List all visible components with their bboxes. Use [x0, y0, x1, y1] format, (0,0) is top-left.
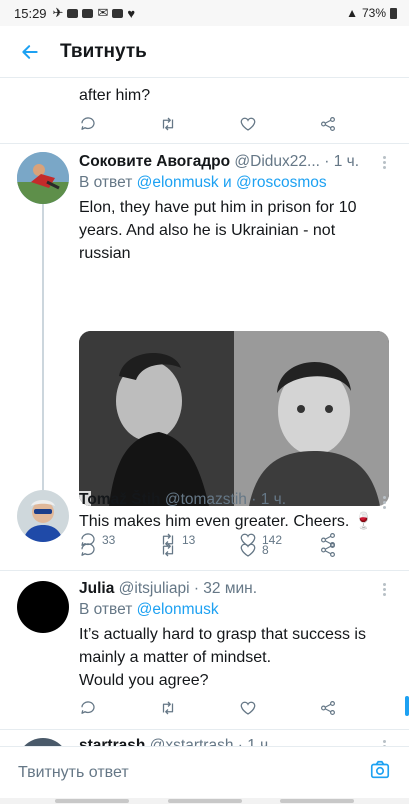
- heart-icon: [240, 543, 256, 557]
- tweet-actions: [79, 698, 379, 718]
- avatar[interactable]: [17, 581, 69, 633]
- user-handle[interactable]: @Didux22...: [234, 153, 320, 170]
- like-button[interactable]: [239, 114, 257, 134]
- tweet-text: It’s actually hard to grasp that success…: [79, 623, 393, 692]
- heart-icon: [240, 117, 256, 131]
- youtube-icon: [82, 8, 94, 18]
- tweet-text-line: Would you agree?: [79, 672, 209, 689]
- notification-icons: ✈ ✉ ♥: [53, 5, 136, 21]
- tweet-tomaz[interactable]: Tomaž Štih @tomazstih · 1 ч. This makes …: [0, 488, 409, 570]
- tweet-startrash[interactable]: startrash @xstartrash · 1 ч.: [0, 730, 409, 746]
- display-name[interactable]: Julia: [79, 580, 114, 597]
- avatar[interactable]: [17, 490, 69, 542]
- image-icon: [112, 8, 124, 18]
- mention-link[interactable]: @roscosmos: [236, 174, 327, 191]
- signal-icon: ▲: [346, 6, 358, 20]
- share-button[interactable]: [319, 698, 337, 718]
- avatar[interactable]: [17, 738, 69, 746]
- retweet-button[interactable]: [159, 698, 177, 718]
- conversation-feed[interactable]: after him? Соковите Авогадро @Didux22...…: [0, 78, 409, 746]
- retweet-icon: [162, 701, 174, 715]
- mention-link[interactable]: @elonmusk: [137, 601, 219, 618]
- reply-icon: [81, 543, 95, 556]
- share-button[interactable]: [319, 114, 337, 134]
- tweet-header: startrash @xstartrash · 1 ч.: [79, 736, 393, 746]
- tweet-header: Julia @itsjuliapi · 32 мин.: [79, 579, 393, 599]
- like-button[interactable]: 8: [239, 540, 269, 560]
- battery-icon: [390, 7, 397, 19]
- retweet-button[interactable]: [159, 540, 177, 560]
- page-title: Твитнуть: [60, 40, 147, 62]
- mugshot-image: [79, 331, 389, 506]
- reply-icon: [81, 701, 95, 714]
- retweet-icon: [162, 117, 174, 131]
- back-button[interactable]: [0, 26, 60, 78]
- reply-context: В ответ @elonmusk и @roscosmos: [79, 172, 393, 194]
- tweet-text: after him?: [79, 87, 151, 104]
- system-nav-bar: [0, 798, 409, 804]
- retweet-icon: [162, 543, 174, 557]
- tweet-time: · 1 ч.: [324, 153, 360, 170]
- status-time: 15:29: [14, 5, 47, 21]
- reply-context: В ответ @elonmusk: [79, 599, 393, 621]
- tweet-julia[interactable]: Julia @itsjuliapi · 32 мин. В ответ @elo…: [0, 571, 409, 729]
- reply-composer[interactable]: Твитнуть ответ: [0, 746, 409, 798]
- user-handle[interactable]: @tomazstih: [165, 491, 247, 508]
- reply-prefix: В ответ: [79, 174, 133, 191]
- tweet-text-line: mainly a matter of mindset.: [79, 649, 272, 666]
- reply-button[interactable]: [79, 114, 97, 134]
- display-name[interactable]: Tomaž Štih: [79, 491, 161, 508]
- tweet-text: Elon, they have put him in prison for 10…: [79, 199, 357, 262]
- missed-call-icon: ✈: [52, 5, 64, 20]
- reply-icon: [81, 117, 95, 130]
- tweet-text: This makes him even greater. Cheers. 🍷: [79, 513, 374, 530]
- nav-back-handle[interactable]: [55, 799, 129, 803]
- share-button[interactable]: [319, 540, 337, 560]
- mention-link[interactable]: @elonmusk: [137, 174, 219, 191]
- camera-button[interactable]: [369, 759, 391, 786]
- display-name[interactable]: startrash: [79, 737, 145, 746]
- youtube-icon: [67, 8, 79, 18]
- tweet-header: Соковите Авогадро @Didux22... · 1 ч.: [79, 152, 393, 172]
- share-icon: [321, 701, 335, 715]
- scroll-indicator[interactable]: [405, 696, 409, 716]
- back-arrow-icon: [22, 44, 38, 59]
- like-button[interactable]: [239, 698, 257, 718]
- reply-and: и: [223, 174, 232, 191]
- retweet-button[interactable]: [159, 114, 177, 134]
- share-icon: [321, 117, 335, 131]
- tweet-sokovite[interactable]: Соковите Авогадро @Didux22... · 1 ч. В о…: [0, 144, 409, 547]
- tweet-actions: 8: [79, 540, 379, 560]
- nav-home-handle[interactable]: [168, 799, 242, 803]
- reply-input-placeholder[interactable]: Твитнуть ответ: [18, 764, 129, 782]
- tweet-actions: [79, 114, 379, 134]
- avatar-image: [17, 152, 69, 204]
- battery-percent: 73%: [361, 6, 386, 20]
- tweet-time: · 1 ч.: [237, 737, 273, 746]
- avatar-image: [17, 490, 69, 542]
- tweet-time: · 32 мин.: [193, 580, 258, 597]
- tweet-photo[interactable]: [79, 331, 389, 506]
- app-bar: Твитнуть: [0, 26, 409, 78]
- location-icon: ♥: [127, 5, 136, 21]
- mail-icon: ✉: [97, 5, 109, 20]
- tweet-time: · 1 ч.: [251, 491, 287, 508]
- tweet-previous[interactable]: after him?: [0, 78, 409, 144]
- reply-button[interactable]: [79, 540, 97, 560]
- camera-icon: [370, 760, 390, 779]
- nav-recents-handle[interactable]: [280, 799, 354, 803]
- like-count: 8: [262, 543, 269, 557]
- display-name[interactable]: Соковите Авогадро: [79, 153, 230, 170]
- status-bar: 15:29 ✈ ✉ ♥ ▲ 73%: [0, 0, 409, 26]
- thread-line: [42, 204, 44, 492]
- tweet-header: Tomaž Štih @tomazstih · 1 ч.: [79, 490, 393, 510]
- tweet-text-line: It’s actually hard to grasp that success…: [79, 626, 366, 643]
- user-handle[interactable]: @xstartrash: [150, 737, 234, 746]
- share-icon: [321, 543, 335, 557]
- heart-icon: [240, 701, 256, 715]
- reply-button[interactable]: [79, 698, 97, 718]
- reply-prefix: В ответ: [79, 601, 133, 618]
- user-handle[interactable]: @itsjuliapi: [119, 580, 190, 597]
- avatar[interactable]: [17, 152, 69, 204]
